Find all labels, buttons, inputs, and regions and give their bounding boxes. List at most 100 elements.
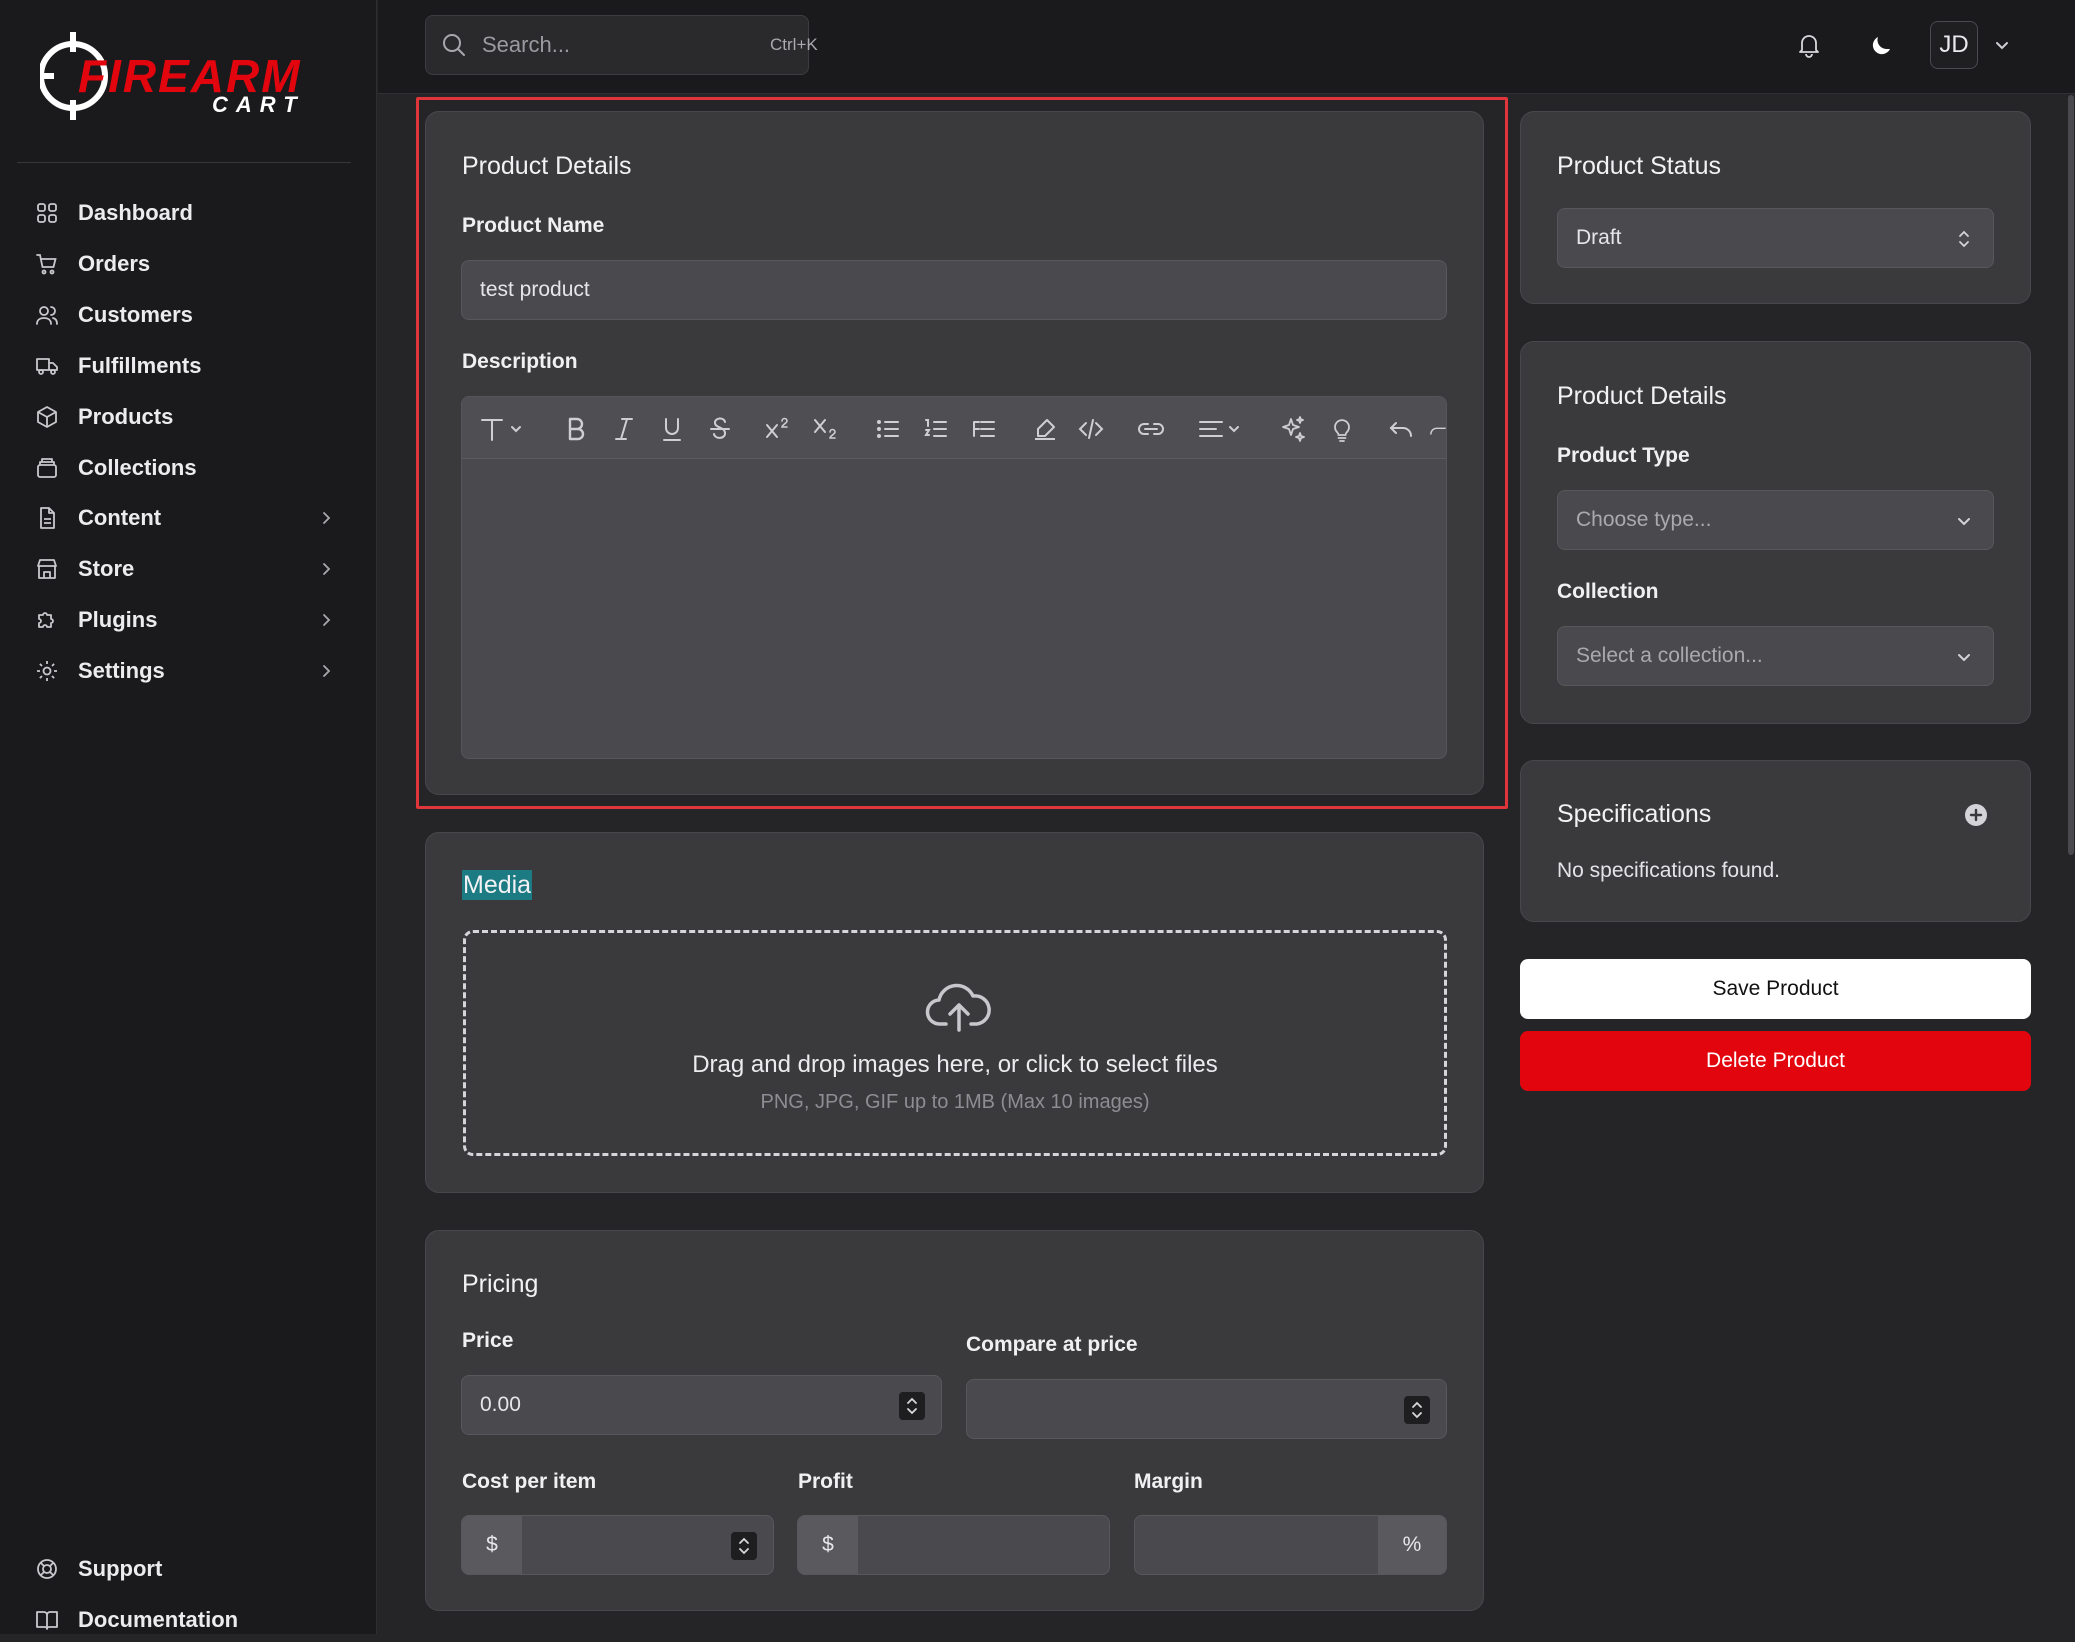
logo-subtext: CART	[212, 92, 305, 117]
numbered-list-icon[interactable]	[921, 414, 951, 444]
compare-price-input[interactable]	[966, 1379, 1447, 1439]
lifebuoy-icon	[34, 1556, 60, 1582]
bell-icon[interactable]	[1792, 28, 1826, 62]
subscript-icon[interactable]	[811, 414, 841, 444]
grid-icon	[34, 200, 60, 226]
profit-label: Profit	[798, 1470, 853, 1493]
moon-icon[interactable]	[1865, 28, 1899, 62]
card-title: Media	[462, 870, 533, 900]
lightbulb-icon[interactable]	[1327, 414, 1357, 444]
margin-input[interactable]: %	[1134, 1515, 1447, 1575]
sidebar-item-store[interactable]: Store	[34, 547, 336, 591]
text-style-icon[interactable]	[478, 414, 526, 444]
sidebar-item-products[interactable]: Products	[34, 395, 336, 439]
stepper-icon[interactable]	[899, 1392, 925, 1420]
highlighter-icon[interactable]	[1030, 414, 1060, 444]
users-icon	[34, 302, 60, 328]
sidebar-item-label: Support	[78, 1556, 163, 1581]
firearm-cart-logo[interactable]: FIREARM CART	[40, 30, 340, 125]
collection-select[interactable]: Select a collection...	[1557, 626, 1994, 686]
dropzone-hint: PNG, JPG, GIF up to 1MB (Max 10 images)	[760, 1091, 1150, 1113]
puzzle-icon	[34, 607, 60, 633]
underline-icon[interactable]	[657, 414, 687, 444]
sidebar-item-plugins[interactable]: Plugins	[34, 598, 336, 642]
collection-label: Collection	[1557, 580, 1659, 603]
description-editor[interactable]	[461, 396, 1447, 759]
sidebar: FIREARM CART Dashboard Orders Customers …	[0, 0, 377, 1634]
sidebar-divider	[17, 162, 351, 163]
search-input[interactable]	[482, 32, 770, 58]
cloud-upload-icon	[924, 978, 994, 1036]
profit-input[interactable]: $	[797, 1515, 1110, 1575]
undo-icon[interactable]	[1386, 414, 1416, 444]
sidebar-item-settings[interactable]: Settings	[34, 649, 336, 693]
sidebar-item-label: Products	[78, 404, 174, 429]
sidebar-item-label: Settings	[78, 658, 165, 683]
stepper-icon[interactable]	[1404, 1396, 1430, 1424]
card-title: Product Details	[1557, 382, 1727, 410]
redo-icon[interactable]	[1428, 414, 1446, 444]
sidebar-item-content[interactable]: Content	[34, 496, 336, 540]
chevron-down-icon	[1953, 510, 1975, 532]
currency-addon: $	[462, 1516, 522, 1574]
cost-per-item-input[interactable]: $	[461, 1515, 774, 1575]
sidebar-item-label: Fulfillments	[78, 353, 202, 378]
product-type-label: Product Type	[1557, 444, 1690, 467]
stepper-icon[interactable]	[731, 1532, 757, 1560]
sidebar-item-label: Collections	[78, 455, 197, 480]
specifications-card	[1520, 760, 2031, 922]
italic-icon[interactable]	[609, 414, 639, 444]
description-label: Description	[462, 350, 578, 373]
code-icon[interactable]	[1076, 414, 1106, 444]
dropzone-text: Drag and drop images here, or click to s…	[692, 1051, 1218, 1078]
chevron-right-icon	[316, 559, 336, 579]
bullet-list-icon[interactable]	[873, 414, 903, 444]
book-icon	[34, 1607, 60, 1633]
superscript-icon[interactable]	[763, 414, 793, 444]
truck-icon	[34, 353, 60, 379]
chevron-down-icon[interactable]	[1991, 34, 2013, 56]
add-circle-icon[interactable]	[1964, 803, 1988, 827]
sidebar-item-collections[interactable]: Collections	[34, 446, 336, 490]
price-label: Price	[462, 1329, 514, 1352]
store-icon	[34, 556, 60, 582]
price-value: 0.00	[480, 1393, 521, 1416]
save-button[interactable]: Save Product	[1520, 959, 2031, 1019]
avatar[interactable]: JD	[1930, 21, 1978, 69]
product-type-select[interactable]: Choose type...	[1557, 490, 1994, 550]
archive-icon	[34, 455, 60, 481]
align-icon[interactable]	[1197, 414, 1247, 444]
cost-per-item-label: Cost per item	[462, 1470, 597, 1493]
sidebar-item-label: Plugins	[78, 607, 158, 632]
sidebar-item-support[interactable]: Support	[34, 1547, 336, 1591]
price-input[interactable]: 0.00	[461, 1375, 942, 1435]
sidebar-item-dashboard[interactable]: Dashboard	[34, 191, 336, 235]
card-title: Pricing	[462, 1270, 539, 1298]
scrollbar[interactable]	[2068, 95, 2074, 855]
link-icon[interactable]	[1136, 414, 1166, 444]
indent-list-icon[interactable]	[969, 414, 999, 444]
sidebar-item-label: Orders	[78, 251, 151, 276]
currency-addon: $	[798, 1516, 858, 1574]
strikethrough-icon[interactable]	[705, 414, 735, 444]
product-name-input[interactable]: test product	[461, 260, 1447, 320]
image-dropzone[interactable]: Drag and drop images here, or click to s…	[463, 930, 1447, 1156]
card-title: Product Status	[1557, 152, 1721, 180]
chevron-down-icon	[1953, 646, 1975, 668]
sidebar-item-customers[interactable]: Customers	[34, 293, 336, 337]
specifications-empty: No specifications found.	[1557, 859, 1780, 882]
sidebar-item-orders[interactable]: Orders	[34, 242, 336, 286]
status-select[interactable]: Draft	[1557, 208, 1994, 268]
sparkles-icon[interactable]	[1278, 414, 1308, 444]
sidebar-item-fulfillments[interactable]: Fulfillments	[34, 344, 336, 388]
delete-button[interactable]: Delete Product	[1520, 1031, 2031, 1091]
sidebar-item-label: Dashboard	[78, 200, 193, 225]
box-icon	[34, 404, 60, 430]
status-value: Draft	[1576, 226, 1622, 249]
search-shortcut: Ctrl+K	[770, 35, 818, 54]
chevron-right-icon	[316, 610, 336, 630]
card-title: Specifications	[1557, 800, 1712, 828]
search-box[interactable]: Ctrl+K	[425, 15, 818, 75]
bold-icon[interactable]	[561, 414, 591, 444]
sidebar-item-documentation[interactable]: Documentation	[34, 1598, 336, 1642]
